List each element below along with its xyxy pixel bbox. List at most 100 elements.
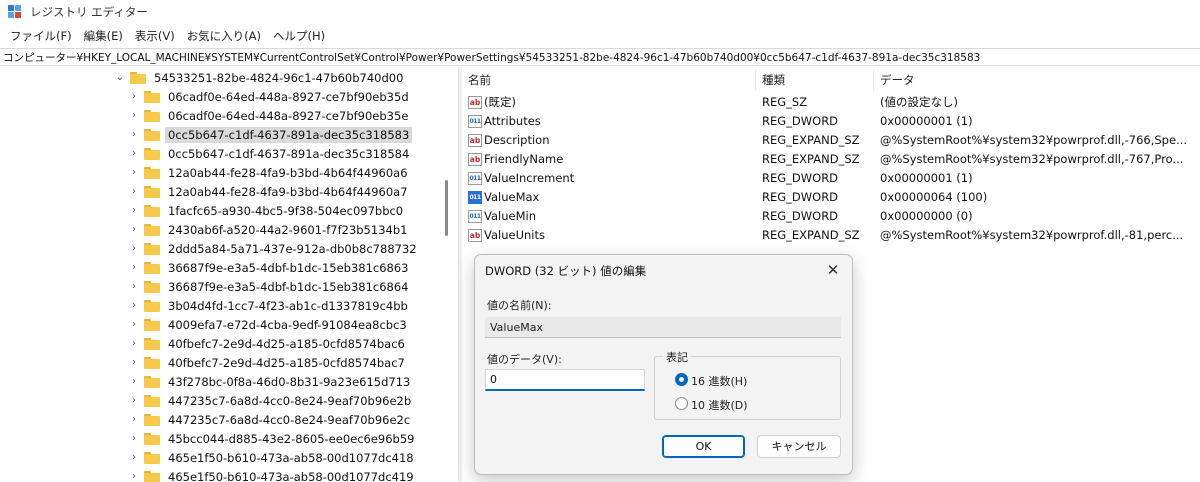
- tree-scrollbar-thumb[interactable]: [445, 180, 448, 236]
- value-row[interactable]: 011 ValueIncrement REG_DWORD 0x00000001 (1): [462, 169, 1200, 188]
- chevron-right-icon[interactable]: ›: [128, 106, 140, 125]
- tree-item[interactable]: › 447235c7-6a8d-4cc0-8e24-9eaf70b96e2c: [128, 410, 413, 429]
- tree-item-label[interactable]: 3b04d4fd-1cc7-4f23-ab1c-d1337819c4bb: [165, 298, 411, 314]
- tree-item-label[interactable]: 465e1f50-b610-473a-ab58-00d1077dc418: [165, 450, 417, 466]
- value-data-input[interactable]: [485, 369, 645, 391]
- chevron-right-icon[interactable]: ›: [128, 144, 140, 163]
- tree-item-label[interactable]: 465e1f50-b610-473a-ab58-00d1077dc419: [165, 469, 417, 482]
- tree-item-label[interactable]: 45bcc044-d885-43e2-8605-ee0ec6e96b59: [165, 431, 418, 447]
- chevron-right-icon[interactable]: ›: [128, 163, 140, 182]
- tree-item[interactable]: › 40fbefc7-2e9d-4d25-a185-0cfd8574bac6: [128, 334, 408, 353]
- tree-item[interactable]: › 447235c7-6a8d-4cc0-8e24-9eaf70b96e2b: [128, 391, 414, 410]
- chevron-right-icon[interactable]: ›: [128, 201, 140, 220]
- tree-item[interactable]: › 06cadf0e-64ed-448a-8927-ce7bf90eb35d: [128, 87, 412, 106]
- chevron-right-icon[interactable]: ›: [128, 391, 140, 410]
- key-tree[interactable]: ⌄ 54533251-82be-4824-96c1-47b60b740d00 › 06…: [0, 67, 458, 482]
- tree-item-label[interactable]: 12a0ab44-fe28-4fa9-b3bd-4b64f44960a7: [165, 184, 411, 200]
- cancel-button[interactable]: キャンセル: [757, 435, 841, 458]
- column-header-type[interactable]: 種類: [756, 70, 874, 90]
- tree-item-label[interactable]: 06cadf0e-64ed-448a-8927-ce7bf90eb35d: [165, 89, 412, 105]
- column-header-name[interactable]: 名前: [462, 70, 756, 90]
- menu-help[interactable]: ヘルプ(H): [267, 28, 331, 44]
- value-name: ValueMin: [484, 209, 536, 223]
- chevron-right-icon[interactable]: ›: [128, 258, 140, 277]
- tree-item-label[interactable]: 447235c7-6a8d-4cc0-8e24-9eaf70b96e2c: [165, 412, 413, 428]
- chevron-right-icon[interactable]: ›: [128, 315, 140, 334]
- tree-item-label[interactable]: 43f278bc-0f8a-46d0-8b31-9a23e615d713: [165, 374, 413, 390]
- chevron-right-icon[interactable]: ›: [128, 239, 140, 258]
- tree-item-label[interactable]: 1facfc65-a930-4bc5-9f38-504ec097bbc0: [165, 203, 406, 219]
- value-row[interactable]: ab ValueUnits REG_EXPAND_SZ @%SystemRoot%¥s…: [462, 226, 1200, 245]
- tree-item[interactable]: › 45bcc044-d885-43e2-8605-ee0ec6e96b59: [128, 429, 418, 448]
- chevron-right-icon[interactable]: ›: [128, 467, 140, 482]
- tree-item-label[interactable]: 4009efa7-e72d-4cba-9edf-91084ea8cbc3: [165, 317, 410, 333]
- menu-file[interactable]: ファイル(F): [4, 28, 78, 44]
- value-row[interactable]: 011 ValueMin REG_DWORD 0x00000000 (0): [462, 207, 1200, 226]
- chevron-right-icon[interactable]: ›: [128, 125, 140, 144]
- chevron-right-icon[interactable]: ›: [128, 410, 140, 429]
- tree-item-label[interactable]: 36687f9e-e3a5-4dbf-b1dc-15eb381c6864: [165, 279, 412, 295]
- tree-item-label[interactable]: 06cadf0e-64ed-448a-8927-ce7bf90eb35e: [165, 108, 411, 124]
- menu-view[interactable]: 表示(V): [129, 28, 181, 44]
- value-data: (値の設定なし): [880, 95, 958, 109]
- chevron-right-icon[interactable]: ›: [128, 334, 140, 353]
- chevron-right-icon[interactable]: ›: [128, 277, 140, 296]
- tree-item[interactable]: › 12a0ab44-fe28-4fa9-b3bd-4b64f44960a7: [128, 182, 411, 201]
- tree-item[interactable]: › 36687f9e-e3a5-4dbf-b1dc-15eb381c6864: [128, 277, 412, 296]
- chevron-right-icon[interactable]: ›: [128, 220, 140, 239]
- tree-item[interactable]: › 0cc5b647-c1df-4637-891a-dec35c318583: [128, 125, 413, 144]
- tree-item-parent[interactable]: ⌄ 54533251-82be-4824-96c1-47b60b740d00: [114, 68, 406, 87]
- tree-item[interactable]: › 4009efa7-e72d-4cba-9edf-91084ea8cbc3: [128, 315, 410, 334]
- column-header-data[interactable]: データ: [874, 70, 1200, 90]
- binary-value-icon: 011: [468, 172, 482, 185]
- tree-item[interactable]: › 36687f9e-e3a5-4dbf-b1dc-15eb381c6863: [128, 258, 412, 277]
- tree-item[interactable]: › 465e1f50-b610-473a-ab58-00d1077dc418: [128, 448, 417, 467]
- chevron-right-icon[interactable]: ›: [128, 296, 140, 315]
- tree-item[interactable]: › 43f278bc-0f8a-46d0-8b31-9a23e615d713: [128, 372, 413, 391]
- address-bar[interactable]: コンピューター¥HKEY_LOCAL_MACHINE¥SYSTEM¥Curren…: [0, 48, 1200, 66]
- tree-item[interactable]: › 1facfc65-a930-4bc5-9f38-504ec097bbc0: [128, 201, 406, 220]
- value-row[interactable]: 011 ValueMax REG_DWORD 0x00000064 (100): [462, 188, 1200, 207]
- tree-item[interactable]: › 3b04d4fd-1cc7-4f23-ab1c-d1337819c4bb: [128, 296, 411, 315]
- tree-item[interactable]: › 12a0ab44-fe28-4fa9-b3bd-4b64f44960a6: [128, 163, 411, 182]
- folder-icon: [144, 318, 160, 331]
- tree-item-label[interactable]: 0cc5b647-c1df-4637-891a-dec35c318583: [165, 126, 413, 143]
- chevron-right-icon[interactable]: ›: [128, 429, 140, 448]
- chevron-right-icon[interactable]: ›: [128, 87, 140, 106]
- tree-item-label[interactable]: 0cc5b647-c1df-4637-891a-dec35c318584: [165, 146, 412, 162]
- chevron-right-icon[interactable]: ›: [128, 372, 140, 391]
- tree-item-label[interactable]: 36687f9e-e3a5-4dbf-b1dc-15eb381c6863: [165, 260, 412, 276]
- tree-item[interactable]: › 40fbefc7-2e9d-4d25-a185-0cfd8574bac7: [128, 353, 408, 372]
- address-path[interactable]: コンピューター¥HKEY_LOCAL_MACHINE¥SYSTEM¥Curren…: [3, 50, 980, 65]
- menu-edit[interactable]: 編集(E): [78, 28, 129, 44]
- close-icon[interactable]: ✕: [820, 259, 846, 281]
- folder-icon: [144, 204, 160, 217]
- value-row[interactable]: 011 Attributes REG_DWORD 0x00000001 (1): [462, 112, 1200, 131]
- chevron-right-icon[interactable]: ›: [128, 182, 140, 201]
- tree-item[interactable]: › 2ddd5a84-5a71-437e-912a-db0b8c788732: [128, 239, 420, 258]
- value-row[interactable]: ab Description REG_EXPAND_SZ @%SystemRoot%¥…: [462, 131, 1200, 150]
- hex-radio-label[interactable]: 16 進数(H): [691, 373, 747, 389]
- tree-item-label[interactable]: 2430ab6f-a520-44a2-9601-f7f23b5134b1: [165, 222, 410, 238]
- ok-button[interactable]: OK: [662, 435, 745, 458]
- tree-item[interactable]: › 06cadf0e-64ed-448a-8927-ce7bf90eb35e: [128, 106, 411, 125]
- decimal-radio-label[interactable]: 10 進数(D): [691, 397, 748, 413]
- tree-item[interactable]: › 0cc5b647-c1df-4637-891a-dec35c318584: [128, 144, 412, 163]
- value-row[interactable]: ab FriendlyName REG_EXPAND_SZ @%SystemRoot%…: [462, 150, 1200, 169]
- hex-radio[interactable]: [675, 373, 688, 386]
- tree-item[interactable]: › 2430ab6f-a520-44a2-9601-f7f23b5134b1: [128, 220, 410, 239]
- decimal-radio[interactable]: [675, 397, 688, 410]
- tree-item-label[interactable]: 447235c7-6a8d-4cc0-8e24-9eaf70b96e2b: [165, 393, 414, 409]
- chevron-down-icon[interactable]: ⌄: [114, 68, 126, 87]
- chevron-right-icon[interactable]: ›: [128, 448, 140, 467]
- menu-favorites[interactable]: お気に入り(A): [181, 28, 267, 44]
- tree-item-label[interactable]: 12a0ab44-fe28-4fa9-b3bd-4b64f44960a6: [165, 165, 411, 181]
- tree-item[interactable]: › 465e1f50-b610-473a-ab58-00d1077dc419: [128, 467, 417, 482]
- tree-item-label[interactable]: 40fbefc7-2e9d-4d25-a185-0cfd8574bac7: [165, 355, 408, 371]
- value-row[interactable]: ab (既定) REG_SZ (値の設定なし): [462, 93, 1200, 112]
- chevron-right-icon[interactable]: ›: [128, 353, 140, 372]
- tree-item-label[interactable]: 54533251-82be-4824-96c1-47b60b740d00: [151, 70, 406, 86]
- tree-item-label[interactable]: 2ddd5a84-5a71-437e-912a-db0b8c788732: [165, 241, 420, 257]
- tree-item-label[interactable]: 40fbefc7-2e9d-4d25-a185-0cfd8574bac6: [165, 336, 408, 352]
- tree-scrollbar[interactable]: [440, 67, 452, 482]
